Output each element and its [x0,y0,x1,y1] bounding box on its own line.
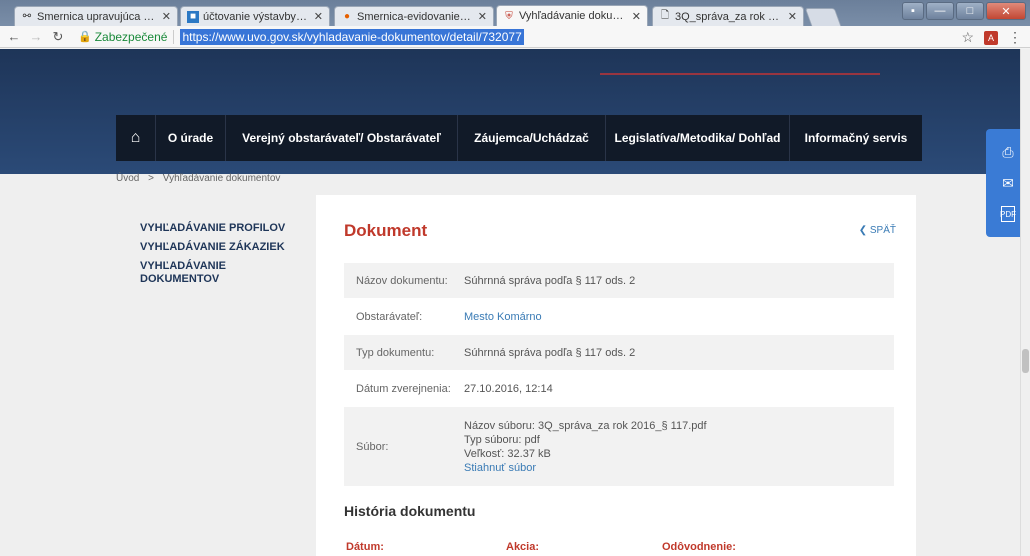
pdf-icon[interactable]: PDF [1000,206,1016,223]
address-bar[interactable]: https://www.uvo.gov.sk/vyhladavanie-doku… [180,28,524,45]
browser-tab-strip: ⚯ Smernica upravujúca škol ✕ ■ účtovanie… [0,0,1030,26]
history-col-datum: Dátum: [346,541,384,553]
obstaravatel-link[interactable]: Mesto Komárno [464,311,894,323]
back-link[interactable]: ❮ SPÄŤ [859,225,896,236]
tab-1[interactable]: ■ účtovanie výstavby relax ✕ [180,6,330,26]
header-accent-line [600,73,880,75]
history-col-odovodnenie: Odôvodnenie: [662,541,736,553]
side-link-zakazky[interactable]: VYHĽADÁVANIE ZÁKAZIEK [140,241,300,254]
scrollbar-thumb[interactable] [1022,349,1029,373]
minimize-icon[interactable]: — [926,2,954,20]
document-panel: Dokument ❮ SPÄŤ Názov dokumentu: Súhrnná… [316,195,916,556]
new-tab-button[interactable] [804,8,842,26]
side-link-dokumenty[interactable]: VYHĽADÁVANIE DOKUMENTOV [140,260,240,286]
row-label: Obstarávateľ: [356,310,423,323]
lock-icon: 🔒 [78,31,92,43]
row-label: Typ dokumentu: [356,346,435,359]
breadcrumb: Úvod > Vyhľadávanie dokumentov [116,173,286,184]
side-link-profily[interactable]: VYHĽADÁVANIE PROFILOV [140,222,300,235]
row-value: Súhrnná správa podľa § 117 ods. 2 [464,346,636,359]
tab-close-icon[interactable]: ✕ [478,10,487,23]
pdf-extension-icon[interactable]: A [984,30,998,45]
row-label: Dátum zverejnenia: [356,382,451,395]
reload-icon[interactable]: ↻ [50,29,66,45]
firefox-icon: ● [343,11,351,22]
breadcrumb-separator: > [148,173,154,184]
row-value: 27.10.2016, 12:14 [464,382,553,395]
file-icon: 🗋 [660,10,670,21]
page-viewport: ⌂ O úrade Verejný obstarávateľ/ Obstaráv… [0,49,1030,556]
window-controls: ▪ — □ ✕ [902,2,1026,20]
home-icon[interactable]: ⌂ [116,115,156,161]
email-icon[interactable]: ✉ [999,175,1017,193]
nav-informacny-servis[interactable]: Informačný servis [790,115,922,161]
table-row: Dátum zverejnenia: 27.10.2016, 12:14 [344,371,894,407]
forward-arrow-icon[interactable]: → [28,29,44,44]
table-row: Typ dokumentu: Súhrnná správa podľa § 11… [344,335,894,371]
back-label: SPÄŤ [869,225,896,236]
secure-label: Zabezpečené [94,29,168,44]
nav-legislativa[interactable]: Legislatíva/Metodika/ Dohľad [606,115,790,161]
table-row: Názov dokumentu: Súhrnná správa podľa § … [344,263,894,299]
file-info: Názov súboru: 3Q_správa_za rok 2016_§ 11… [464,412,894,482]
tab-label: Smernica-evidovanie-od [357,10,474,23]
page-scrollbar[interactable] [1020,49,1030,556]
file-type: Typ súboru: pdf [464,433,540,446]
tab-0[interactable]: ⚯ Smernica upravujúca škol ✕ [14,6,178,26]
file-size: Veľkosť: 32.37 kB [464,447,551,460]
tab-label: 3Q_správa_za rok 2016_§ [675,10,784,23]
tab-close-icon[interactable]: ✕ [314,10,323,23]
tab-label: Vyhľadávanie dokument [519,10,628,22]
tab-3[interactable]: ⛨ Vyhľadávanie dokument ✕ [496,5,648,26]
download-link[interactable]: Stiahnuť súbor [464,462,894,474]
file-name: Názov súboru: 3Q_správa_za rok 2016_§ 11… [464,419,707,432]
nav-zaujemca[interactable]: Záujemca/Uchádzač [458,115,606,161]
doc-icon: ■ [187,10,199,23]
tab-label: účtovanie výstavby relax [203,10,310,23]
side-menu: VYHĽADÁVANIE PROFILOV VYHĽADÁVANIE ZÁKAZ… [140,222,300,292]
page-title: Dokument [344,221,428,240]
user-icon[interactable]: ▪ [902,2,924,20]
chevron-left-icon: ❮ [858,225,868,236]
row-label: Názov dokumentu: [356,274,448,287]
nav-verejny-obstaravatel[interactable]: Verejný obstarávateľ/ Obstarávateľ [226,115,458,161]
row-value: Súhrnná správa podľa § 117 ods. 2 [464,274,636,287]
table-row: Obstarávateľ: Mesto Komárno [344,299,894,335]
nav-o-urade[interactable]: O úrade [156,115,226,161]
close-icon[interactable]: ✕ [986,2,1026,20]
divider [173,29,175,44]
maximize-icon[interactable]: □ [956,2,984,20]
history-col-akcia: Akcia: [506,541,540,553]
row-label: Súbor: [356,440,389,453]
back-arrow-icon[interactable]: ← [6,29,22,44]
table-row: Súbor: Názov súboru: 3Q_správa_za rok 20… [344,407,894,487]
tab-2[interactable]: ● Smernica-evidovanie-od ✕ [334,6,494,26]
shield-icon: ⛨ [505,10,513,22]
tab-close-icon[interactable]: ✕ [788,10,797,23]
bookmark-star-icon[interactable]: ☆ [961,29,974,46]
tab-close-icon[interactable]: ✕ [632,10,641,23]
main-navigation: ⌂ O úrade Verejný obstarávateľ/ Obstaráv… [116,115,922,161]
tab-4[interactable]: 🗋 3Q_správa_za rok 2016_§ ✕ [652,6,804,26]
org-icon: ⚯ [22,11,32,22]
breadcrumb-home[interactable]: Úvod [116,173,139,184]
breadcrumb-current: Vyhľadávanie dokumentov [162,173,281,184]
browser-toolbar: ← → ↻ 🔒 Zabezpečené https://www.uvo.gov.… [0,26,1030,48]
print-icon[interactable]: ⎙ [999,144,1017,162]
tab-label: Smernica upravujúca škol [37,10,158,23]
history-title: História dokumentu [344,503,476,519]
menu-kebab-icon[interactable]: ⋮ [1008,29,1022,46]
tab-close-icon[interactable]: ✕ [162,10,171,23]
document-info-table: Názov dokumentu: Súhrnná správa podľa § … [344,263,894,487]
